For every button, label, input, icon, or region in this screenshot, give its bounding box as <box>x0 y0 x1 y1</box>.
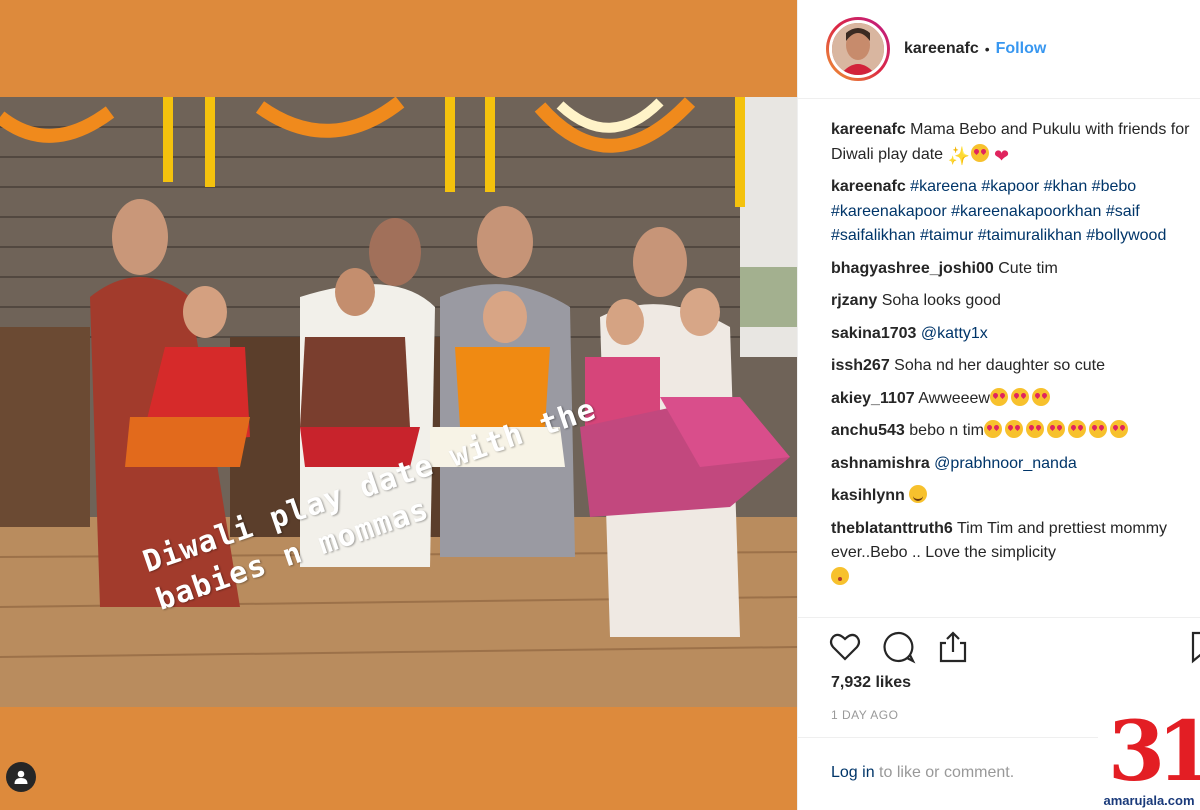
like-heart-icon[interactable] <box>828 630 862 664</box>
hashtag-link[interactable]: #bebo <box>1092 178 1137 195</box>
post-timestamp: 1 DAY AGO <box>831 708 899 722</box>
heart-eyes-icon <box>1067 420 1086 438</box>
comment-text: Cute tim <box>998 259 1058 277</box>
post-header: kareenafc • Follow <box>798 0 1200 99</box>
heart-eyes-icon <box>1025 420 1044 438</box>
comment-username[interactable]: rjzany <box>831 292 877 309</box>
share-icon[interactable] <box>936 630 970 664</box>
avatar[interactable] <box>826 17 890 81</box>
watermark-site: amarujala.com <box>1103 793 1195 808</box>
comment-bubble-icon[interactable] <box>882 630 916 664</box>
mention-link[interactable]: @katty1x <box>921 325 988 342</box>
heart-eyes-icon <box>1088 420 1107 438</box>
person-icon <box>14 770 28 784</box>
hashtag-link[interactable]: #kareenakapoorkhan <box>951 203 1101 220</box>
post-media: Diwali play date with the babies n momma… <box>0 0 797 810</box>
heart-eyes-icon <box>1031 387 1050 406</box>
comment-username[interactable]: sakina1703 <box>831 325 916 342</box>
comment-username[interactable]: theblatanttruth6 <box>831 520 953 537</box>
heart-eyes-icon <box>989 387 1008 406</box>
comments-list: kareenafc Mama Bebo and Pukulu with frie… <box>831 118 1190 598</box>
caption-comment: kareenafc Mama Bebo and Pukulu with frie… <box>831 118 1190 167</box>
mention-link[interactable]: @prabhnoor_nanda <box>934 455 1077 472</box>
comment-username[interactable]: akiey_1107 <box>831 390 915 407</box>
heart-eyes-icon <box>1046 420 1065 438</box>
comment-text: Soha looks good <box>881 292 1001 309</box>
comment-username[interactable]: kasihlynn <box>831 487 905 504</box>
hashtag-link[interactable]: #bollywood <box>1086 227 1166 244</box>
login-link[interactable]: Log in <box>831 764 875 781</box>
user-tags-button[interactable] <box>6 762 36 792</box>
watermark-logo-number: 31 <box>1108 704 1200 800</box>
hashtag-link[interactable]: #khan <box>1044 178 1088 195</box>
comment-username[interactable]: anchu543 <box>831 422 905 439</box>
comment-item: kasihlynn <box>831 484 1190 509</box>
comment-item: bhagyashree_joshi00 Cute tim <box>831 257 1190 282</box>
hashtag-link[interactable]: #kapoor <box>981 178 1039 195</box>
login-prompt-text: Log in to like or comment. <box>831 764 1014 782</box>
comment-text: Soha nd her daughter so cute <box>894 357 1105 374</box>
comment-text: bebo n tim <box>909 422 984 439</box>
follow-button[interactable]: Follow <box>996 40 1047 58</box>
heart-eyes-icon <box>1010 387 1029 406</box>
heart-eyes-icon <box>970 143 989 162</box>
kiss-icon <box>831 566 849 585</box>
hashtag-comment: kareenafc #kareena #kapoor #khan #bebo #… <box>831 175 1190 249</box>
comment-username[interactable]: bhagyashree_joshi00 <box>831 260 994 277</box>
hashtag-link[interactable]: #saif <box>1106 203 1140 220</box>
comment-username[interactable]: issh267 <box>831 357 890 374</box>
avatar-image <box>829 20 887 78</box>
login-rest: to like or comment. <box>874 764 1015 781</box>
hashtag-link[interactable]: #kareena <box>910 178 977 195</box>
hashtag-link[interactable]: #saifalikhan <box>831 227 916 244</box>
header-username[interactable]: kareenafc <box>904 40 979 58</box>
comment-item: theblatanttruth6 Tim Tim and prettiest m… <box>831 517 1190 591</box>
amarujala-watermark: 31 amarujala.com <box>1098 707 1200 810</box>
heart-eyes-icon <box>1109 420 1128 438</box>
comment-item: anchu543 bebo n tim <box>831 419 1190 444</box>
heart-icon: ❤ <box>993 145 1010 166</box>
separator-dot: • <box>984 41 990 57</box>
comment-item: ashnamishra @prabhnoor_nanda <box>831 452 1190 477</box>
comment-item: issh267 Soha nd her daughter so cute <box>831 354 1190 379</box>
hashtag-link[interactable]: #kareenakapoor <box>831 203 947 220</box>
heart-eyes-icon <box>1004 420 1023 438</box>
post-actions <box>798 617 1200 677</box>
like-count[interactable]: 7,932 likes <box>831 674 911 692</box>
comment-item: sakina1703 @katty1x <box>831 322 1190 347</box>
hashtag-link[interactable]: #taimur <box>920 227 973 244</box>
bookmark-icon[interactable] <box>1187 630 1200 664</box>
comment-username[interactable]: ashnamishra <box>831 455 930 472</box>
post-sidebar: kareenafc • Follow kareenafc Mama Bebo a… <box>797 0 1200 810</box>
comment-item: rjzany Soha looks good <box>831 289 1190 314</box>
comment-item: akiey_1107 Awweeew <box>831 387 1190 412</box>
comment-text: Awweeew <box>918 389 990 407</box>
heart-eyes-icon <box>983 420 1002 438</box>
comment-username[interactable]: kareenafc <box>831 178 906 195</box>
star-icon: ✨ <box>947 145 970 166</box>
hashtag-link[interactable]: #taimuralikhan <box>978 227 1082 244</box>
comment-username[interactable]: kareenafc <box>831 121 906 138</box>
smile-icon <box>909 485 928 503</box>
